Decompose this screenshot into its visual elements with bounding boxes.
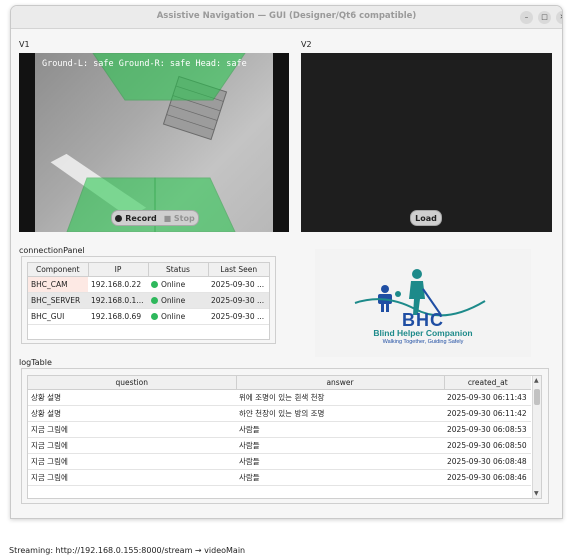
created-at-cell: 2025-09-30 06:08:50	[444, 437, 531, 454]
record-button[interactable]: Record ■ Stop	[111, 210, 199, 226]
v2-label: V2	[301, 40, 312, 49]
log-row[interactable]: 상황 설명 위에 조명이 있는 흰색 천장 2025-09-30 06:11:43	[28, 389, 531, 406]
stop-icon: ■	[163, 214, 172, 223]
close-icon[interactable]: ✕	[556, 11, 562, 24]
v1-overlay-text: Ground-L: safe Ground-R: safe Head: safe	[42, 59, 247, 69]
status-text: Online	[161, 311, 186, 321]
status-cell: Online	[148, 276, 208, 293]
created-at-cell: 2025-09-30 06:08:53	[444, 421, 531, 438]
last-seen-cell: 2025-09-30 ...	[208, 308, 269, 325]
bhc-logo: BHC Blind Helper Companion Walking Toget…	[315, 249, 531, 357]
video-v1: Ground-L: safe Ground-R: safe Head: safe…	[19, 53, 289, 232]
record-icon	[115, 215, 123, 222]
scroll-down-icon[interactable]: ▼	[534, 490, 539, 497]
log-row[interactable]: 지금 그림에 사람들 2025-09-30 06:08:48	[28, 453, 531, 470]
logo-tagline: Walking Together, Guiding Safely	[382, 339, 464, 345]
created-at-cell: 2025-09-30 06:11:43	[444, 389, 531, 406]
maximize-icon[interactable]: □	[538, 11, 551, 24]
log-row[interactable]: 상황 설명 하얀 천장이 있는 방의 조명 2025-09-30 06:11:42	[28, 405, 531, 422]
question-cell: 지금 그림에	[28, 453, 236, 470]
answer-cell: 사람들	[236, 453, 444, 470]
log-table: question answer created_at 상황 설명 위에 조명이 있…	[27, 375, 542, 499]
status-text: Online	[161, 295, 186, 305]
last-seen-cell: 2025-09-30 ...	[208, 276, 269, 293]
title-bar: Assistive Navigation — GUI (Designer/Qt6…	[11, 6, 562, 29]
logo-subtitle: Blind Helper Companion	[373, 328, 473, 338]
status-cell: Online	[148, 292, 208, 309]
column-header-last-seen[interactable]: Last Seen	[208, 263, 269, 277]
component-cell: BHC_GUI	[28, 308, 88, 325]
online-status-icon	[151, 296, 158, 304]
created-at-cell: 2025-09-30 06:08:48	[444, 453, 531, 470]
created-at-cell: 2025-09-30 06:11:42	[444, 405, 531, 422]
component-cell: BHC_CAM	[28, 276, 88, 293]
log-scrollbar[interactable]: ▲ ▼	[532, 376, 541, 498]
minimize-icon[interactable]: –	[520, 11, 533, 24]
created-at-cell: 2025-09-30 06:08:46	[444, 469, 531, 486]
status-cell: Online	[148, 308, 208, 325]
ip-cell: 192.168.0.69	[88, 308, 148, 325]
answer-cell: 하얀 천장이 있는 방의 조명	[236, 405, 444, 422]
connection-table: Component IP Status Last Seen BHC_CAM 19…	[27, 262, 270, 340]
camera-scene	[50, 53, 246, 232]
question-cell: 지금 그림에	[28, 437, 236, 454]
column-header-created-at[interactable]: created_at	[444, 376, 531, 390]
answer-cell: 위에 조명이 있는 흰색 천장	[236, 389, 444, 406]
log-row[interactable]: 지금 그림에 사람들 2025-09-30 06:08:46	[28, 469, 531, 486]
question-cell: 상황 설명	[28, 405, 236, 422]
video-v2: Load	[301, 53, 552, 232]
status-bar: Streaming: http://192.168.0.155:8000/str…	[9, 546, 246, 555]
stop-label: Stop	[173, 214, 195, 223]
answer-cell: 사람들	[236, 421, 444, 438]
ip-cell: 192.168.0.1...	[88, 292, 148, 309]
log-row[interactable]: 지금 그림에 사람들 2025-09-30 06:08:50	[28, 437, 531, 454]
column-header-question[interactable]: question	[28, 376, 237, 390]
scroll-up-icon[interactable]: ▲	[534, 377, 539, 384]
component-cell: BHC_SERVER	[28, 292, 88, 309]
column-header-component[interactable]: Component	[28, 263, 89, 277]
question-cell: 상황 설명	[28, 389, 236, 406]
connection-row[interactable]: BHC_SERVER 192.168.0.1... Online 2025-09…	[28, 292, 269, 309]
log-row[interactable]: 지금 그림에 사람들 2025-09-30 06:08:53	[28, 421, 531, 438]
answer-cell: 사람들	[236, 469, 444, 486]
online-status-icon	[151, 280, 158, 288]
log-table-label: logTable	[19, 358, 52, 367]
question-cell: 지금 그림에	[28, 421, 236, 438]
connection-panel-label: connectionPanel	[19, 246, 85, 255]
camera-frame	[35, 53, 273, 232]
record-label: Record	[125, 214, 157, 223]
window-title: Assistive Navigation — GUI (Designer/Qt6…	[156, 11, 417, 21]
ip-cell: 192.168.0.22	[88, 276, 148, 293]
online-status-icon	[151, 312, 158, 320]
scrollbar-thumb[interactable]	[534, 389, 540, 405]
answer-cell: 사람들	[236, 437, 444, 454]
question-cell: 지금 그림에	[28, 469, 236, 486]
column-header-answer[interactable]: answer	[236, 376, 445, 390]
v1-label: V1	[19, 40, 30, 49]
column-header-ip[interactable]: IP	[88, 263, 149, 277]
load-button[interactable]: Load	[410, 210, 442, 226]
connection-row[interactable]: BHC_CAM 192.168.0.22 Online 2025-09-30 .…	[28, 276, 269, 293]
last-seen-cell: 2025-09-30 ...	[208, 292, 269, 309]
status-text: Online	[161, 279, 186, 289]
connection-row[interactable]: BHC_GUI 192.168.0.69 Online 2025-09-30 .…	[28, 308, 269, 325]
column-header-status[interactable]: Status	[148, 263, 209, 277]
